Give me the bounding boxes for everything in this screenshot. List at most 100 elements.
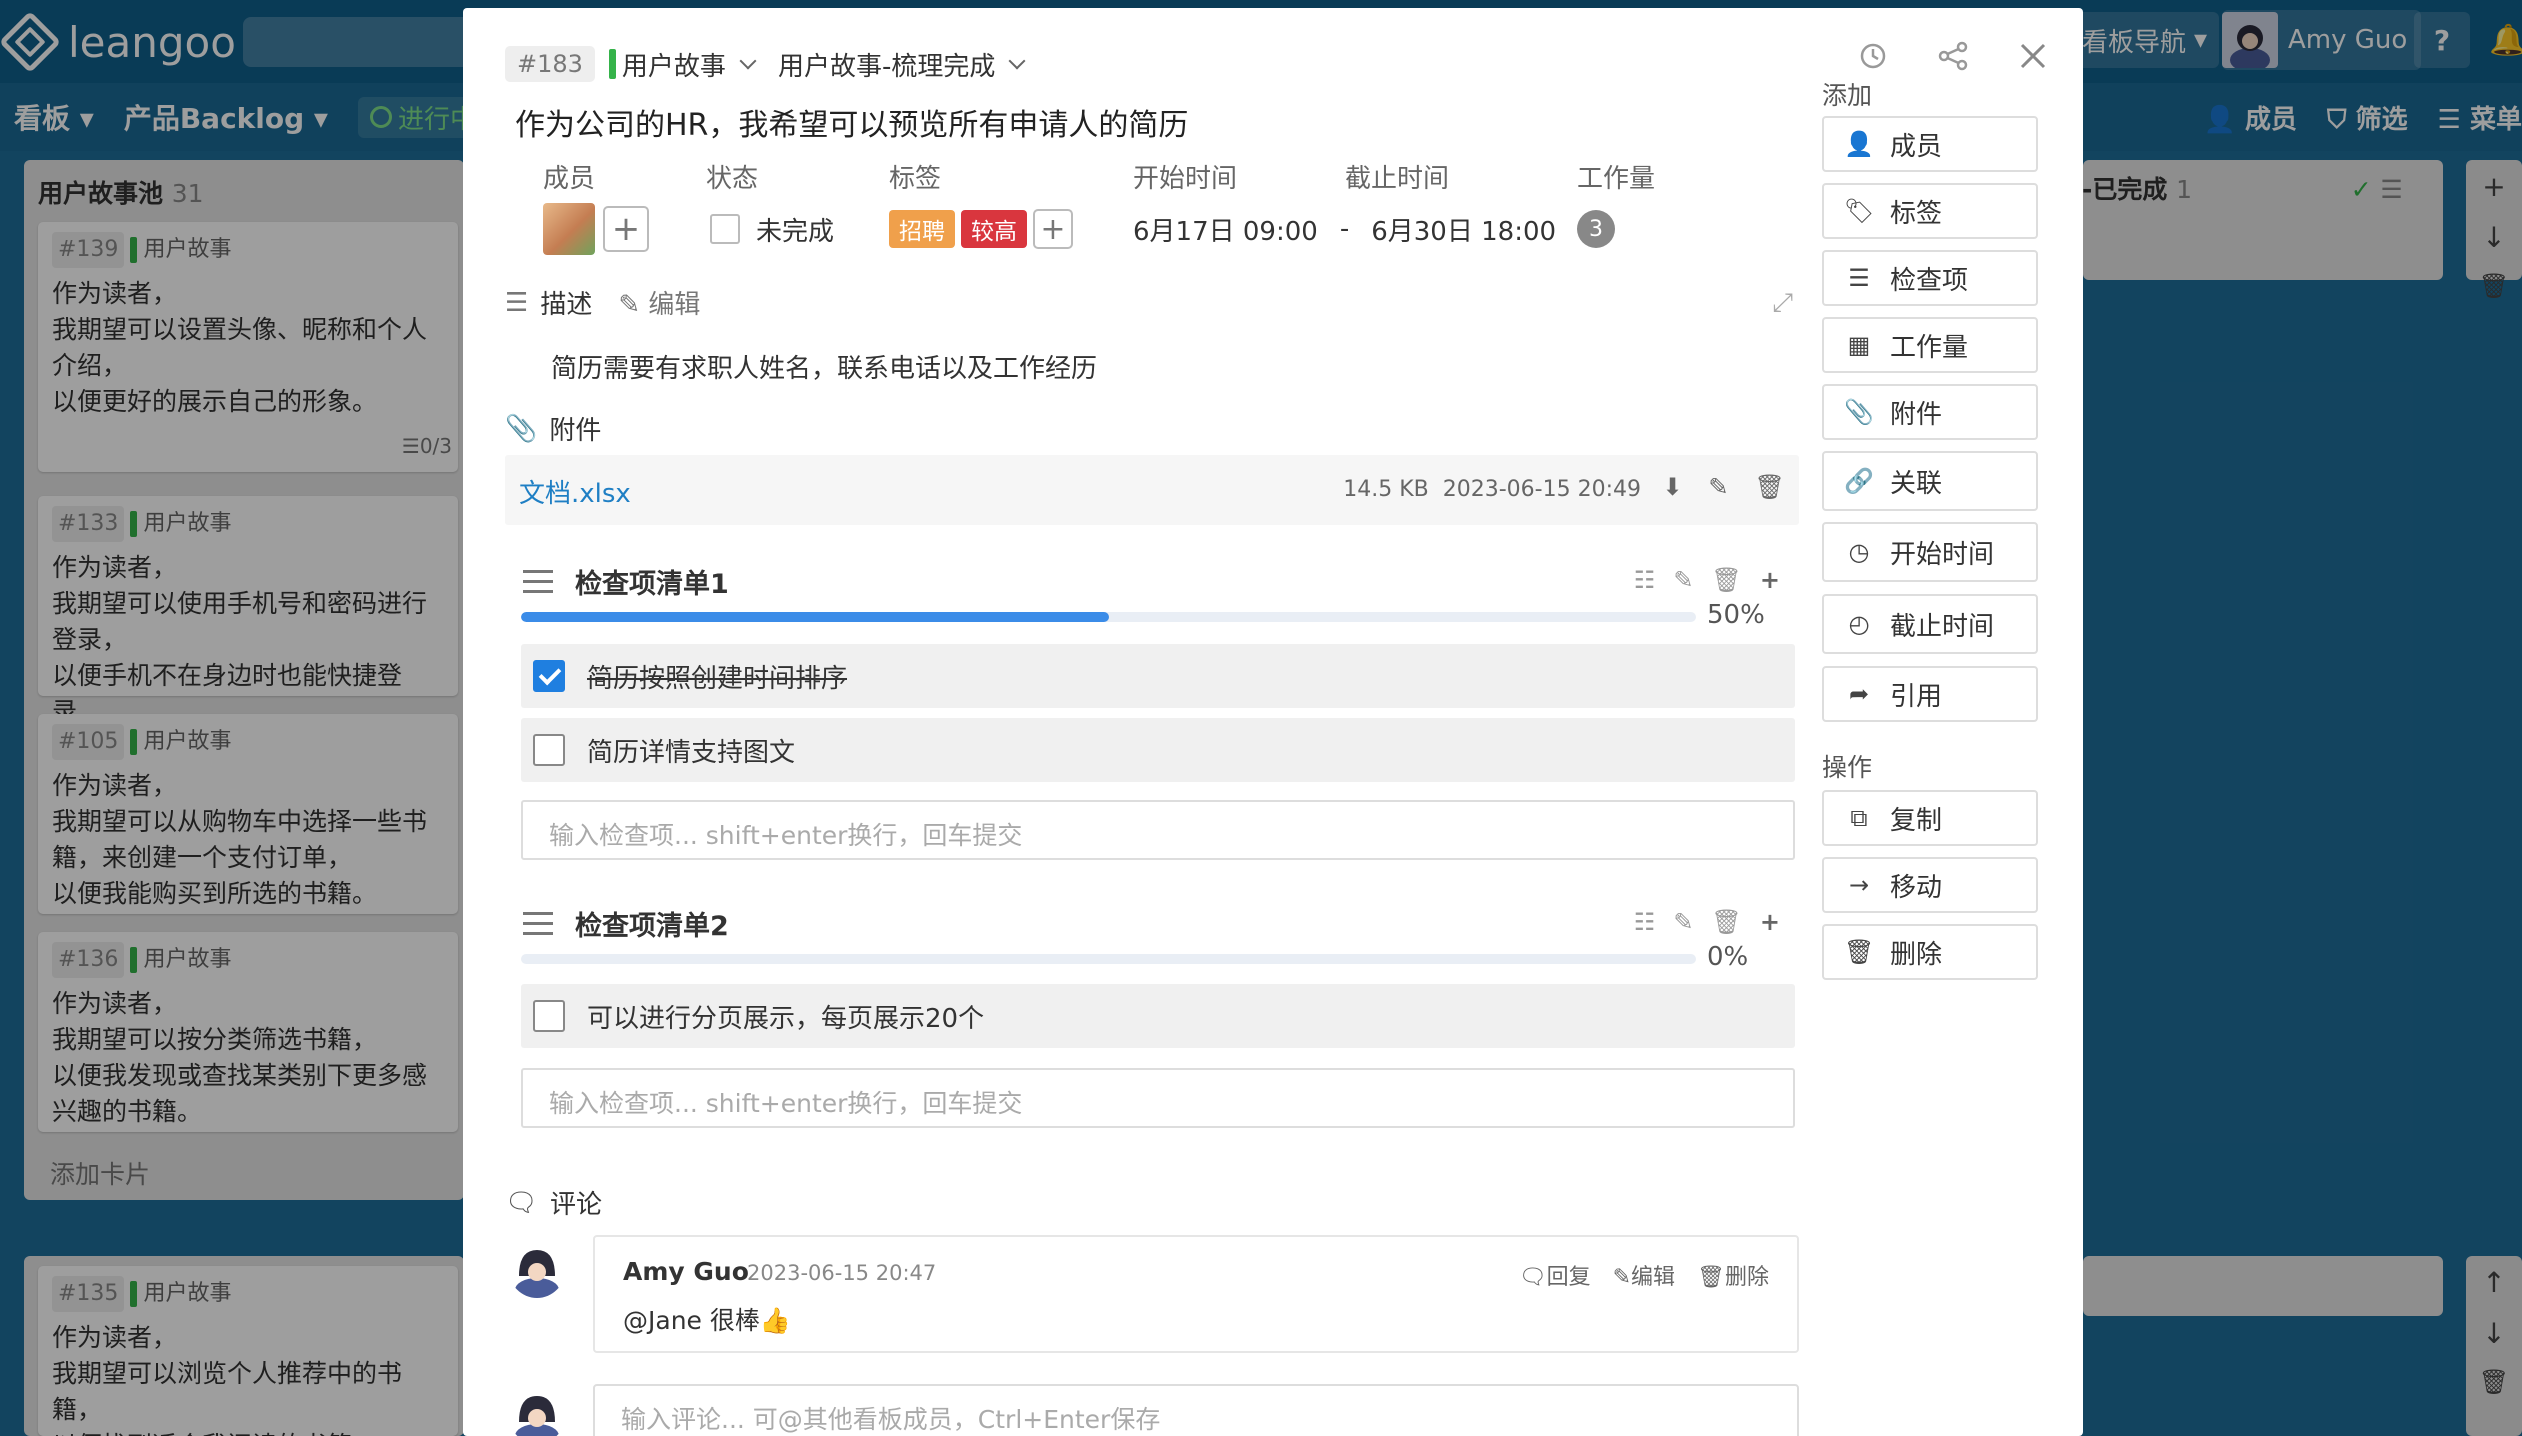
copy-icon: ⧉ [1850,804,1868,832]
sidebar-btn-label: 复制 [1890,805,1943,836]
sidebar-btn-label: 附件 [1890,399,1943,430]
trash-icon[interactable]: 🗑 [1711,566,1741,594]
start-time-heading: 开始时间 [1133,164,1238,194]
sidebar-move[interactable]: → 移动 [1822,857,2038,913]
share-icon-svg [1938,41,1968,71]
card-header: #183 用户故事 用户故事-梳理完成 [505,36,1026,92]
sidebar-add-checklist[interactable]: ☰ 检查项 [1822,250,2038,306]
sidebar-btn-label: 移动 [1890,872,1943,903]
card-type-select[interactable]: 用户故事 [608,46,757,83]
description-icon: ☰ [505,287,529,318]
sidebar-btn-label: 关联 [1890,468,1943,499]
trash-icon: 🗑 [1844,938,1875,966]
item-checkbox[interactable] [533,734,565,766]
attachment-time: 2023-06-15 20:49 [1442,477,1641,502]
checklist-icon [523,911,553,936]
attachment-size: 14.5 KB [1343,477,1429,502]
checklist-2-new-item-input[interactable]: 输入检查项... shift+enter换行，回车提交 [521,1068,1795,1128]
add-section-heading: 添加 [1822,81,1873,110]
sidebar-start-time[interactable]: ◷ 开始时间 [1822,522,2038,582]
add-tag-button[interactable]: + [1033,209,1073,249]
status-row: 未完成 [710,204,834,254]
paperclip-icon: 📎 [1844,398,1874,426]
reply-button[interactable]: 🗨回复 [1519,1259,1591,1291]
add-icon[interactable]: + [1760,566,1780,594]
checklist-2-tools: ☷ ✎ 🗑 + [1634,908,1780,936]
checklist-1-title: 检查项清单1 [523,562,729,601]
sidebar-add-tag[interactable]: 🏷 标签 [1822,183,2038,239]
checklist-1-new-item-input[interactable]: 输入检查项... shift+enter换行，回车提交 [521,800,1795,860]
add-member-button[interactable]: + [603,206,649,252]
edit-label: 编辑 [648,290,701,320]
avatar-hooded-icon [515,1396,559,1436]
due-clock-icon: ◴ [1848,610,1870,638]
current-user-avatar [509,1388,565,1436]
sidebar-add-workload[interactable]: ▦ 工作量 [1822,317,2038,373]
sidebar-add-attachment[interactable]: 📎 附件 [1822,384,2038,440]
card-detail-modal: #183 用户故事 用户故事-梳理完成 作为公司的HR，我希望可以预览所有申请人… [463,8,2083,1436]
due-time-heading: 截止时间 [1345,164,1450,194]
card-list-select[interactable]: 用户故事-梳理完成 [777,46,1026,83]
comment-author-avatar [509,1242,565,1298]
share-icon[interactable] [1933,36,1973,76]
sidebar-reference[interactable]: ➦ 引用 [1822,666,2038,722]
description-label: 描述 [540,290,593,320]
item-checkbox-checked[interactable] [533,660,565,692]
checklist-icon: ☰ [1848,264,1870,292]
checklist-1-percent: 50% [1707,600,1765,630]
sidebar-add-member[interactable]: 👤 成员 [1822,116,2038,172]
card-title[interactable]: 作为公司的HR，我希望可以预览所有申请人的简历 [515,100,1188,144]
member-avatar[interactable] [543,203,595,255]
sidebar-copy[interactable]: ⧉ 复制 [1822,790,2038,846]
workload-grid-icon: ▦ [1847,331,1871,359]
item-checkbox[interactable] [533,1000,565,1032]
edit-description-button[interactable]: ✎ 编辑 [618,284,700,321]
sidebar-btn-label: 成员 [1890,131,1943,162]
description-text[interactable]: 简历需要有求职人姓名，联系电话以及工作经历 [551,348,1097,385]
edit-icon[interactable]: ✎ [1708,473,1728,501]
comment-actions: 🗨回复 ✎编辑 🗑删除 [1519,1259,1769,1291]
sidebar-btn-label: 引用 [1890,681,1943,712]
edit-comment-button[interactable]: ✎编辑 [1613,1259,1675,1291]
start-time-value[interactable]: 6月17日 09:00 [1133,211,1318,248]
checklist-2-percent: 0% [1707,942,1749,972]
add-icon[interactable]: + [1760,908,1780,936]
download-icon[interactable]: ⬇ [1662,473,1682,501]
complete-checkbox[interactable] [710,214,740,244]
checklist-item[interactable]: 简历按照创建时间排序 [521,644,1795,708]
delete-comment-button[interactable]: 🗑删除 [1697,1259,1769,1291]
sort-icon[interactable]: ☷ [1634,566,1656,594]
status-heading: 状态 [706,164,759,194]
avatar-hooded-icon [515,1250,559,1298]
sidebar-due-time[interactable]: ◴ 截止时间 [1822,594,2038,654]
checklist-icon [523,569,553,594]
time-separator: - [1339,214,1350,244]
attachment-name[interactable]: 文档.xlsx [519,473,631,510]
chevron-down-icon [739,52,757,70]
checklist-item[interactable]: 简历详情支持图文 [521,718,1795,782]
trash-icon[interactable]: 🗑 [1755,473,1785,501]
checklist-title-text[interactable]: 检查项清单1 [575,562,729,601]
edit-icon[interactable]: ✎ [1673,566,1693,594]
history-icon-svg [1860,43,1886,69]
expand-icon[interactable]: ⤢ [1772,288,1793,319]
checklist-title-text[interactable]: 检查项清单2 [575,904,729,943]
sidebar-add-link[interactable]: 🔗 关联 [1822,451,2038,511]
due-time-value[interactable]: 6月30日 18:00 [1371,211,1556,248]
checklist-1-progress [521,612,1696,622]
sidebar-delete[interactable]: 🗑 删除 [1822,924,2038,980]
edit-icon[interactable]: ✎ [1673,908,1693,936]
workload-badge[interactable]: 3 [1577,210,1615,248]
type-color-bar [608,49,616,79]
trash-icon[interactable]: 🗑 [1711,908,1741,936]
close-icon[interactable] [2013,36,2053,76]
sort-icon[interactable]: ☷ [1634,908,1656,936]
tag-icon: 🏷 [1844,197,1875,225]
comment-input[interactable]: 输入评论... 可@其他看板成员，Ctrl+Enter保存 [593,1384,1799,1436]
checklist-item[interactable]: 可以进行分页展示，每页展示20个 [521,984,1795,1048]
tag-recruiting[interactable]: 招聘 [889,210,955,248]
history-icon[interactable] [1853,36,1893,76]
ops-section-heading: 操作 [1822,753,1873,782]
card-list-label: 用户故事-梳理完成 [777,51,996,82]
tag-priority-high[interactable]: 较高 [961,210,1027,248]
